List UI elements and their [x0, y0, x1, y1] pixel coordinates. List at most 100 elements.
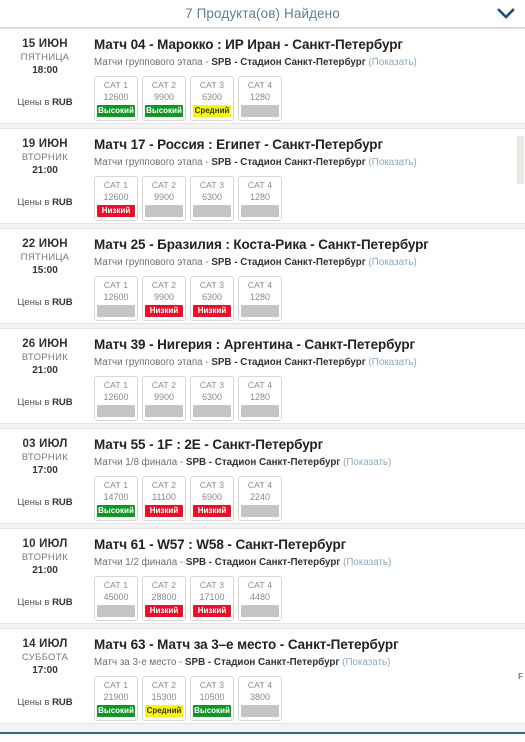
subtitle-separator-2: -: [231, 157, 241, 168]
price-category-box[interactable]: CAT 3 17100 Низкий: [190, 576, 234, 621]
show-venue-link[interactable]: (Показать): [369, 157, 417, 168]
price-category-box[interactable]: CAT 2 15300 Средний: [142, 676, 186, 721]
price-category-box[interactable]: CAT 4 4480: [238, 576, 282, 621]
vertical-scrollbar-thumb[interactable]: [517, 136, 524, 184]
show-venue-link[interactable]: (Показать): [343, 457, 391, 468]
price-category-box[interactable]: CAT 1 21900 Высокий: [94, 676, 138, 721]
venue-code: SPB: [211, 157, 232, 168]
price-category-label: CAT 3: [199, 480, 225, 490]
subtitle-separator: -: [177, 457, 186, 468]
event-title[interactable]: Матч 04 - Марокко : ИР Иран - Санкт-Пете…: [94, 36, 515, 54]
event-card[interactable]: 26 ИЮН ВТОРНИК 21:00 Цены в RUB Матч 39 - Ни…: [0, 328, 525, 424]
event-stage: Матчи 1/2 финала: [94, 557, 178, 568]
availability-badge: [145, 405, 183, 417]
price-value: 6300: [201, 392, 223, 402]
price-category-box[interactable]: CAT 2 9900: [142, 376, 186, 421]
subtitle-separator: -: [177, 557, 186, 568]
price-category-box[interactable]: CAT 4 1280: [238, 76, 282, 121]
bottom-rule: [0, 732, 525, 742]
venue-code: SPB: [185, 557, 207, 568]
price-category-box[interactable]: CAT 1 12600 Низкий: [94, 176, 138, 221]
price-category-box[interactable]: CAT 1 45000: [94, 576, 138, 621]
price-category-row: CAT 1 12600 Высокий CAT 2 9900 Высокий CAT 3 63…: [94, 76, 515, 121]
event-results-list[interactable]: 15 ИЮН ПЯТНИЦА 18:00 Цены в RUB Матч 04 - Ма…: [0, 28, 525, 742]
show-venue-link[interactable]: (Показать): [369, 357, 417, 368]
availability-badge: Низкий: [193, 505, 231, 517]
venue-name: Стадион Санкт-Петербург: [240, 257, 366, 268]
price-category-label: CAT 2: [151, 180, 177, 190]
chevron-down-icon[interactable]: [495, 4, 517, 24]
price-category-box[interactable]: CAT 2 9900: [142, 176, 186, 221]
price-value: 1280: [249, 392, 271, 402]
venue-code: SPB: [211, 357, 232, 368]
price-category-box[interactable]: CAT 1 14700 Высокий: [94, 476, 138, 521]
event-date-day: 03 ИЮЛ: [22, 438, 68, 450]
event-date-weekday: ВТОРНИК: [21, 152, 69, 163]
availability-badge: [241, 105, 279, 117]
price-category-box[interactable]: CAT 3 6900 Низкий: [190, 476, 234, 521]
price-category-box[interactable]: CAT 4 1280: [238, 376, 282, 421]
price-category-box[interactable]: CAT 2 9900 Низкий: [142, 276, 186, 321]
event-stage: Матчи группового этапа: [94, 357, 203, 368]
event-card[interactable]: 22 ИЮН ПЯТНИЦА 15:00 Цены в RUB Матч 25 - Бр…: [0, 228, 525, 324]
event-date-day: 26 ИЮН: [22, 338, 68, 350]
event-time: 18:00: [32, 65, 58, 76]
availability-badge: [241, 405, 279, 417]
subtitle-separator: -: [202, 257, 212, 268]
event-card[interactable]: 03 ИЮЛ ВТОРНИК 17:00 Цены в RUB Матч 55 - 1F…: [0, 428, 525, 524]
venue-code: SPB: [185, 457, 207, 468]
price-category-row: CAT 1 14700 Высокий CAT 2 11100 Низкий CAT 3 69…: [94, 476, 515, 521]
event-title[interactable]: Матч 39 - Нигерия : Аргентина - Санкт-Пе…: [94, 336, 515, 354]
show-venue-link[interactable]: (Показать): [342, 657, 390, 668]
vertical-scrollbar-track[interactable]: [516, 28, 525, 742]
event-card[interactable]: 15 ИЮН ПЯТНИЦА 18:00 Цены в RUB Матч 04 - Ма…: [0, 28, 525, 124]
event-info-column: Матч 17 - Россия : Египет - Санкт-Петерб…: [90, 129, 525, 221]
event-date-day: 19 ИЮН: [22, 138, 68, 150]
price-category-box[interactable]: CAT 1 12600 Высокий: [94, 76, 138, 121]
event-subtitle: Матч за 3-е место - SPB - Стадион Санкт-…: [94, 655, 515, 671]
price-category-label: CAT 2: [151, 380, 177, 390]
price-category-box[interactable]: CAT 4 1280: [238, 276, 282, 321]
price-category-box[interactable]: CAT 1 12600: [94, 376, 138, 421]
event-card[interactable]: 19 ИЮН ВТОРНИК 21:00 Цены в RUB Матч 17 - Ро…: [0, 128, 525, 224]
event-title[interactable]: Матч 55 - 1F : 2E - Санкт-Петербург: [94, 436, 515, 454]
event-title[interactable]: Матч 63 - Матч за 3–е место - Санкт-Пете…: [94, 636, 515, 654]
show-venue-link[interactable]: (Показать): [343, 557, 391, 568]
price-category-box[interactable]: CAT 4 2240: [238, 476, 282, 521]
price-category-box[interactable]: CAT 4 3800: [238, 676, 282, 721]
price-category-box[interactable]: CAT 3 10500 Высокий: [190, 676, 234, 721]
price-category-label: CAT 3: [199, 280, 225, 290]
price-category-box[interactable]: CAT 1 12600: [94, 276, 138, 321]
price-category-box[interactable]: CAT 2 28800 Низкий: [142, 576, 186, 621]
price-value: 6300: [201, 292, 223, 302]
price-category-box[interactable]: CAT 3 6300: [190, 376, 234, 421]
event-date-weekday: ВТОРНИК: [21, 452, 69, 463]
event-title[interactable]: Матч 17 - Россия : Египет - Санкт-Петерб…: [94, 136, 515, 154]
event-card[interactable]: 14 ИЮЛ СУББОТА 17:00 Цены в RUB Матч 63 - Ма…: [0, 628, 525, 724]
availability-badge: [97, 405, 135, 417]
event-date-column: 14 ИЮЛ СУББОТА 17:00 Цены в RUB: [0, 629, 90, 723]
event-title[interactable]: Матч 61 - W57 : W58 - Санкт-Петербург: [94, 536, 515, 554]
price-value: 6900: [201, 492, 223, 502]
price-category-row: CAT 1 12600 CAT 2 9900 Низкий CAT 3 6300 Низкий…: [94, 276, 515, 321]
subtitle-separator-2: -: [205, 657, 214, 668]
show-venue-link[interactable]: (Показать): [369, 57, 417, 68]
currency-code: RUB: [52, 197, 73, 208]
availability-badge: Низкий: [193, 305, 231, 317]
price-value: 2240: [249, 492, 271, 502]
price-category-box[interactable]: CAT 3 6300 Низкий: [190, 276, 234, 321]
price-category-box[interactable]: CAT 2 11100 Низкий: [142, 476, 186, 521]
price-category-label: CAT 4: [247, 280, 273, 290]
event-date-weekday: СУББОТА: [21, 652, 69, 663]
price-value: 12600: [103, 92, 129, 102]
availability-badge: [241, 305, 279, 317]
price-category-box[interactable]: CAT 2 9900 Высокий: [142, 76, 186, 121]
event-info-column: Матч 55 - 1F : 2E - Санкт-Петербург Матчи…: [90, 429, 525, 521]
price-category-box[interactable]: CAT 4 1280: [238, 176, 282, 221]
price-category-box[interactable]: CAT 3 6300: [190, 176, 234, 221]
show-venue-link[interactable]: (Показать): [369, 257, 417, 268]
event-card[interactable]: 10 ИЮЛ ВТОРНИК 21:00 Цены в RUB Матч 61 - W5…: [0, 528, 525, 624]
price-value: 10500: [199, 692, 225, 702]
price-category-box[interactable]: CAT 3 6300 Средний: [190, 76, 234, 121]
event-title[interactable]: Матч 25 - Бразилия : Коста-Рика - Санкт-…: [94, 236, 515, 254]
